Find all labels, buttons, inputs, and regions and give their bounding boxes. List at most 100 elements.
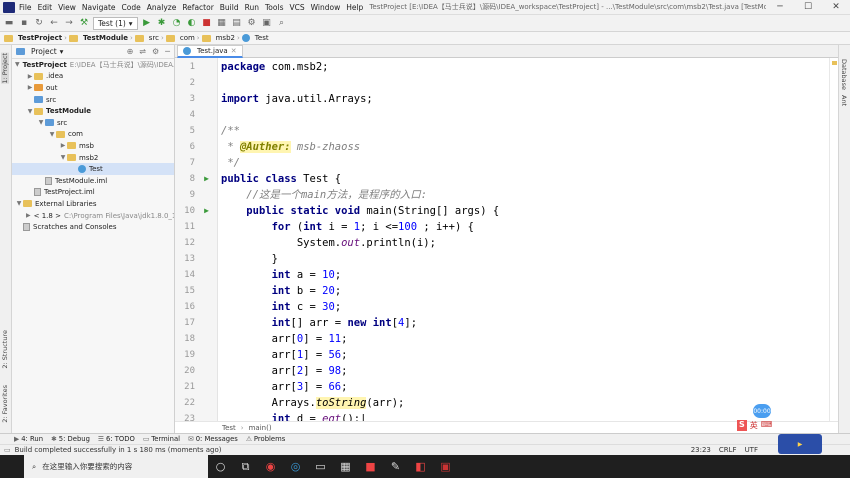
tree-node[interactable]: ▼ External Libraries: [12, 198, 174, 210]
project-panel-title[interactable]: Project: [31, 47, 57, 56]
breadcrumb-item[interactable]: msb2: [201, 34, 235, 42]
build-hammer-icon[interactable]: ⚒: [78, 17, 90, 29]
menu-item-edit[interactable]: Edit: [38, 3, 53, 12]
intellij-taskbar-icon[interactable]: ▣: [433, 455, 458, 478]
structure-icon[interactable]: ▤: [231, 17, 243, 29]
structure-tool-button[interactable]: 2: Structure: [1, 330, 9, 369]
warning-marker[interactable]: [832, 61, 837, 65]
tree-node[interactable]: ▶ < 1.8 > C:\Program Files\Java\jdk1.8.0_1: [12, 210, 174, 222]
tree-node[interactable]: TestProject.iml: [12, 187, 174, 199]
app-brush-icon[interactable]: ✎: [383, 455, 408, 478]
tool-window-run[interactable]: ▶ 4: Run: [14, 435, 43, 443]
expand-arrow-icon[interactable]: ▶: [59, 142, 67, 149]
tool-window-messages[interactable]: ✉ 0: Messages: [188, 435, 238, 443]
tree-node[interactable]: ▼ TestProject E:\IDEA【马士兵说】\源码\IDEA...: [12, 59, 174, 71]
menu-item-help[interactable]: Help: [346, 3, 363, 12]
recording-widget[interactable]: ▶: [778, 434, 822, 454]
menu-item-refactor[interactable]: Refactor: [182, 3, 213, 12]
close-icon[interactable]: ✕: [231, 47, 237, 55]
stop-icon[interactable]: ■: [201, 17, 213, 29]
run-gutter-icon[interactable]: ▶: [204, 203, 209, 219]
breadcrumb-item[interactable]: TestModule: [68, 34, 128, 42]
crumb-class[interactable]: Test: [222, 424, 236, 432]
expand-arrow-icon[interactable]: ▼: [59, 154, 67, 161]
close-icon[interactable]: ✕: [822, 2, 850, 12]
hide-icon[interactable]: ─: [165, 47, 170, 56]
database-tool-button[interactable]: Database: [840, 59, 848, 90]
expand-arrow-icon[interactable]: ▼: [15, 200, 23, 207]
expand-arrow-icon[interactable]: ▶: [26, 73, 34, 80]
expand-arrow-icon[interactable]: ▼: [37, 119, 45, 126]
menu-item-view[interactable]: View: [58, 3, 76, 12]
app-red-icon[interactable]: ■: [358, 455, 383, 478]
code-editor[interactable]: 1 2 3 4 5 6 7 8 ▶ 9 10 ▶ 11 12 13 14 15 16 17 18 19 20 21 22 23 …: [175, 58, 838, 421]
timer-bubble[interactable]: 00:00: [753, 404, 771, 418]
run-config-select[interactable]: Test (1) ▾: [93, 16, 138, 30]
menu-item-build[interactable]: Build: [220, 3, 239, 12]
menu-item-code[interactable]: Code: [122, 3, 141, 12]
breadcrumb-item[interactable]: com: [165, 34, 195, 42]
line-separator[interactable]: CRLF: [719, 446, 737, 454]
tree-node[interactable]: ▶ msb: [12, 140, 174, 152]
breadcrumb-item[interactable]: TestProject: [4, 34, 62, 42]
sync-icon[interactable]: ↻: [33, 17, 45, 29]
tree-node[interactable]: Scratches and Consoles: [12, 221, 174, 233]
maximize-icon[interactable]: ☐: [794, 2, 822, 12]
task-view-icon[interactable]: ⧉: [233, 455, 258, 478]
file-encoding[interactable]: UTF: [745, 446, 758, 454]
profile-icon[interactable]: ◐: [186, 17, 198, 29]
tab-test-java[interactable]: Test.java ✕: [177, 44, 243, 58]
layout-icon[interactable]: ▦: [216, 17, 228, 29]
tool-window-debug[interactable]: ✱ 5: Debug: [51, 435, 90, 443]
project-structure-icon[interactable]: ▣: [261, 17, 273, 29]
save-icon[interactable]: ▪: [18, 17, 30, 29]
crumb-method[interactable]: main(): [249, 424, 272, 432]
ime-more-icon[interactable]: ⌨: [761, 420, 773, 431]
run-gutter-icon[interactable]: ▶: [204, 171, 209, 187]
cortana-icon[interactable]: ○: [208, 455, 233, 478]
tool-window-terminal[interactable]: ▭ Terminal: [143, 435, 180, 443]
ant-tool-button[interactable]: Ant: [840, 95, 848, 106]
expand-arrow-icon[interactable]: ▶: [26, 84, 34, 91]
menu-item-run[interactable]: Run: [245, 3, 259, 12]
tree-node[interactable]: TestModule.iml: [12, 175, 174, 187]
menu-item-vcs[interactable]: VCS: [289, 3, 304, 12]
search-icon[interactable]: ⌕: [276, 17, 288, 29]
tree-node[interactable]: ▼ com: [12, 129, 174, 141]
breadcrumb-item[interactable]: Test: [241, 34, 269, 42]
favorites-tool-button[interactable]: 2: Favorites: [1, 385, 9, 423]
menu-item-window[interactable]: Window: [311, 3, 341, 12]
gear-icon[interactable]: ⚙: [152, 47, 159, 56]
app-screenshot-icon[interactable]: ◧: [408, 455, 433, 478]
calculator-icon[interactable]: ▦: [333, 455, 358, 478]
tree-node[interactable]: ▼ TestModule: [12, 105, 174, 117]
debug-icon[interactable]: ✱: [156, 17, 168, 29]
editor-scrollbar[interactable]: [829, 58, 838, 421]
chrome-icon[interactable]: ◉: [258, 455, 283, 478]
taskbar-search[interactable]: ⌕ 在这里输入你要搜索的内容: [24, 455, 208, 478]
tree-node[interactable]: ▼ msb2: [12, 152, 174, 164]
forward-icon[interactable]: →: [63, 17, 75, 29]
expand-arrow-icon[interactable]: ▼: [26, 108, 34, 115]
run-icon[interactable]: ▶: [141, 17, 153, 29]
menu-item-navigate[interactable]: Navigate: [82, 3, 116, 12]
tool-window-todo[interactable]: ☰ 6: TODO: [98, 435, 135, 443]
caret-position[interactable]: 23:23: [691, 446, 711, 454]
tree-node[interactable]: Test: [12, 163, 174, 175]
code-text[interactable]: package com.msb2; import java.util.Array…: [218, 58, 829, 421]
collapse-icon[interactable]: ⇌: [139, 47, 146, 56]
expand-arrow-icon[interactable]: ▼: [48, 131, 56, 138]
open-folder-icon[interactable]: ▬: [3, 17, 15, 29]
menu-item-analyze[interactable]: Analyze: [147, 3, 177, 12]
tree-node[interactable]: ▶ out: [12, 82, 174, 94]
expand-arrow-icon[interactable]: ▶: [26, 212, 31, 219]
expand-arrow-icon[interactable]: ▼: [15, 61, 20, 68]
tool-window-problems[interactable]: ⚠ Problems: [246, 435, 285, 443]
edge-icon[interactable]: ◎: [283, 455, 308, 478]
minimize-icon[interactable]: ─: [766, 2, 794, 12]
settings-icon[interactable]: ⚙: [246, 17, 258, 29]
ime-language[interactable]: 英: [750, 420, 758, 431]
back-icon[interactable]: ←: [48, 17, 60, 29]
breadcrumb-item[interactable]: src: [134, 34, 159, 42]
tree-node[interactable]: ▼ src: [12, 117, 174, 129]
